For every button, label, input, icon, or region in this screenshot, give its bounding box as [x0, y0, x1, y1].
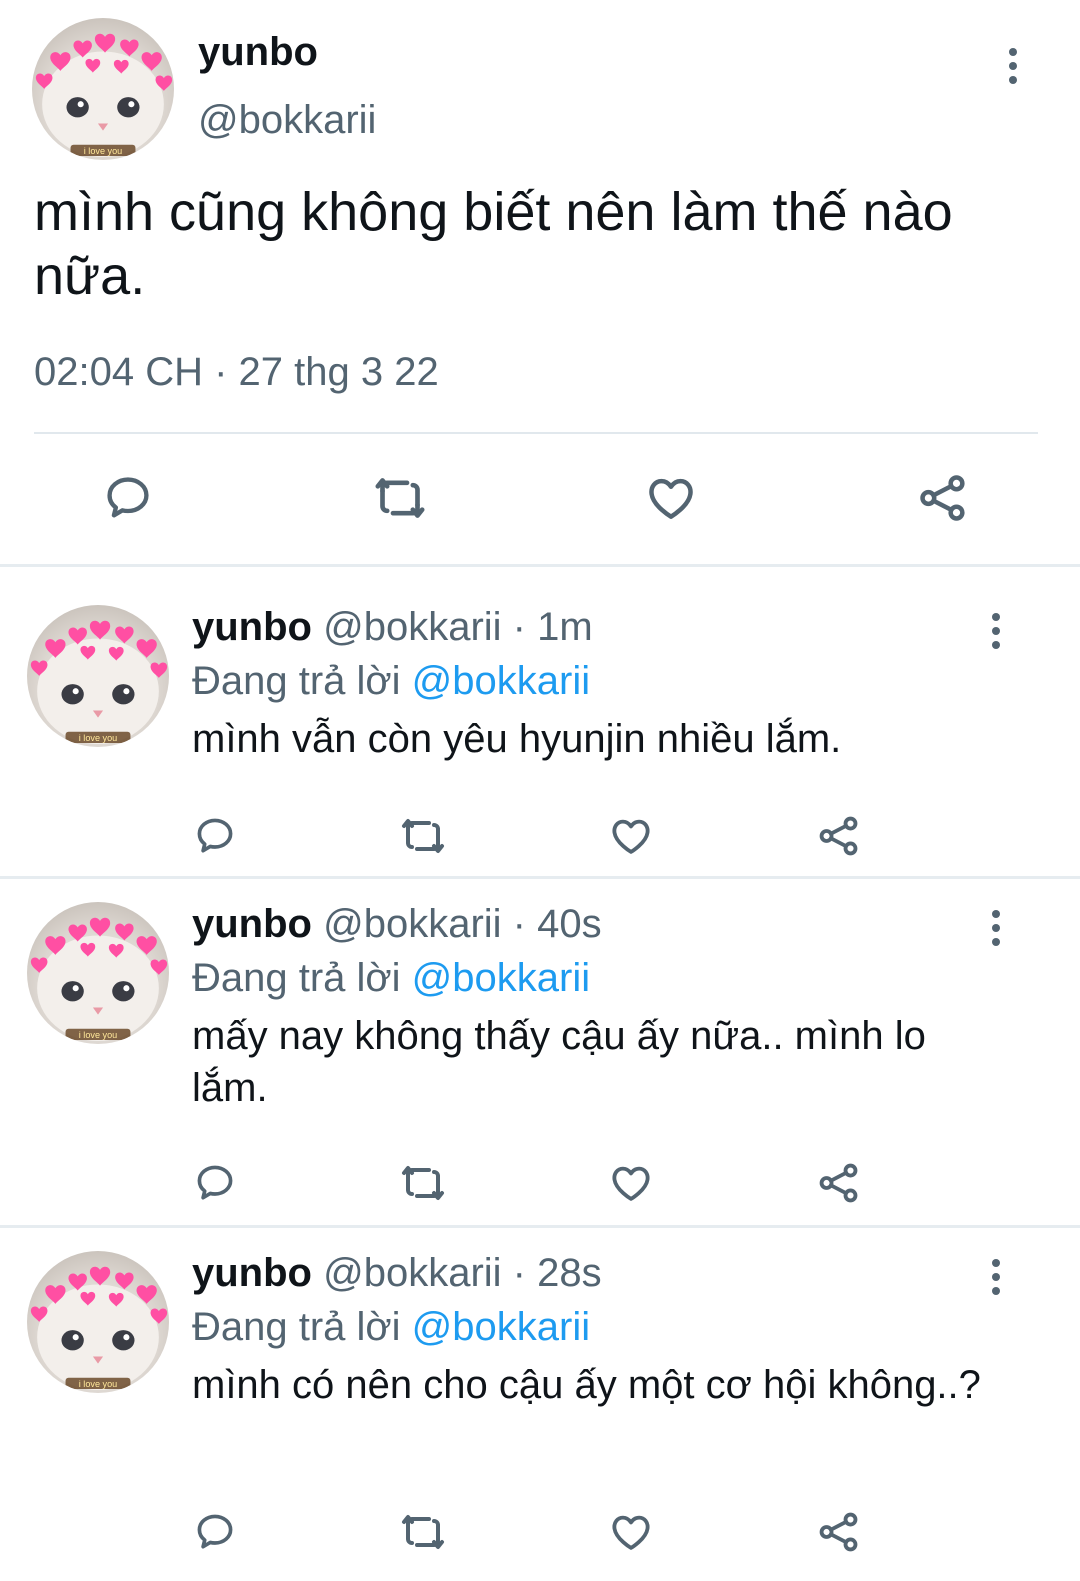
like-icon[interactable] — [606, 1158, 656, 1208]
mention-link[interactable]: @bokkarii — [412, 956, 590, 1000]
user-handle[interactable]: @bokkarii — [323, 902, 501, 946]
avatar-caption: i love you — [79, 1379, 117, 1389]
retweet-icon[interactable] — [398, 1158, 448, 1208]
reply-tweet[interactable]: i love you yunbo @bokkarii · 40s Đang tr… — [0, 902, 1080, 1222]
avatar-caption: i love you — [79, 1030, 117, 1040]
share-icon[interactable] — [814, 1507, 864, 1557]
replying-to: Đang trả lời @bokkarii — [192, 956, 590, 1001]
display-name[interactable]: yunbo — [192, 605, 312, 649]
like-icon[interactable] — [606, 1507, 656, 1557]
reply-icon[interactable] — [190, 811, 240, 861]
reply-header: yunbo @bokkarii · 1m — [192, 605, 593, 650]
mention-link[interactable]: @bokkarii — [412, 1305, 590, 1349]
avatar[interactable]: i love you — [27, 1251, 169, 1393]
section-separator — [0, 876, 1080, 879]
reply-header: yunbo @bokkarii · 40s — [192, 902, 602, 947]
reply-time[interactable]: 40s — [537, 902, 602, 946]
mention-link[interactable]: @bokkarii — [412, 659, 590, 703]
share-icon[interactable] — [814, 811, 864, 861]
separator-dot: · — [512, 902, 526, 946]
separator-dot: · — [512, 1251, 526, 1295]
reply-tweet[interactable]: i love you yunbo @bokkarii · 28s Đang tr… — [0, 1251, 1080, 1581]
replying-to: Đang trả lời @bokkarii — [192, 1305, 590, 1350]
reply-text: mình vẫn còn yêu hyunjin nhiều lắm. — [192, 717, 842, 761]
share-icon[interactable] — [814, 1158, 864, 1208]
replying-to: Đang trả lời @bokkarii — [192, 659, 590, 704]
more-options-icon[interactable] — [992, 1259, 1002, 1301]
user-handle[interactable]: @bokkarii — [198, 98, 376, 143]
reply-icon[interactable] — [190, 1158, 240, 1208]
avatar[interactable]: i love you — [27, 605, 169, 747]
retweet-icon[interactable] — [370, 468, 430, 528]
avatar[interactable]: i love you — [32, 18, 174, 160]
avatar-caption: i love you — [84, 146, 122, 156]
section-separator — [0, 1225, 1080, 1228]
reply-icon[interactable] — [190, 1507, 240, 1557]
share-icon[interactable] — [913, 468, 973, 528]
divider — [34, 432, 1038, 434]
replying-label: Đang trả lời — [192, 1305, 401, 1349]
reply-text: mình có nên cho cậu ấy một cơ hội không.… — [192, 1363, 981, 1407]
replying-label: Đang trả lời — [192, 659, 401, 703]
reply-icon[interactable] — [98, 468, 158, 528]
user-handle[interactable]: @bokkarii — [323, 1251, 501, 1295]
display-name[interactable]: yunbo — [198, 30, 318, 75]
like-icon[interactable] — [641, 468, 701, 528]
replying-label: Đang trả lời — [192, 956, 401, 1000]
user-handle[interactable]: @bokkarii — [323, 605, 501, 649]
more-options-icon[interactable] — [992, 910, 1002, 952]
avatar-caption: i love you — [79, 733, 117, 743]
tweet-text: mình cũng không biết nên làm thế nào nữa… — [34, 182, 953, 306]
more-options-icon[interactable] — [992, 613, 1002, 655]
separator-dot: · — [512, 605, 526, 649]
reply-time[interactable]: 1m — [537, 605, 593, 649]
section-separator — [0, 564, 1080, 567]
retweet-icon[interactable] — [398, 1507, 448, 1557]
display-name[interactable]: yunbo — [192, 1251, 312, 1295]
tweet-timestamp[interactable]: 02:04 CH · 27 thg 3 22 — [34, 350, 439, 395]
display-name[interactable]: yunbo — [192, 902, 312, 946]
reply-tweet[interactable]: i love you yunbo @bokkarii · 1m Đang trả… — [0, 605, 1080, 875]
more-options-icon[interactable] — [1009, 48, 1019, 90]
reply-header: yunbo @bokkarii · 28s — [192, 1251, 602, 1296]
reply-time[interactable]: 28s — [537, 1251, 602, 1295]
like-icon[interactable] — [606, 811, 656, 861]
reply-text: mấy nay không thấy cậu ấy nữa.. mình lo … — [192, 1014, 926, 1110]
retweet-icon[interactable] — [398, 811, 448, 861]
avatar[interactable]: i love you — [27, 902, 169, 1044]
